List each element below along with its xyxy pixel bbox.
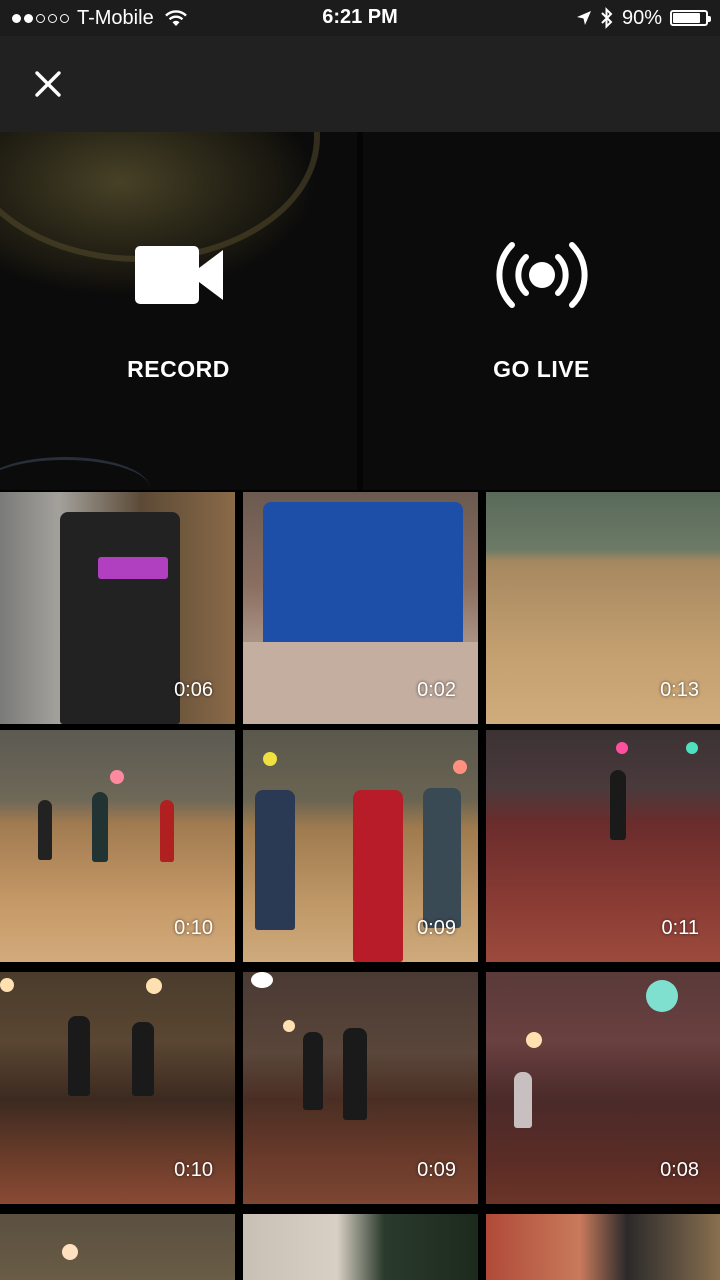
battery-icon [670,10,711,26]
video-duration: 0:02 [417,679,456,701]
status-right: 90% [576,6,711,30]
video-duration: 0:11 [661,917,699,939]
go-live-button[interactable]: GO LIVE [363,132,720,490]
video-thumbnail[interactable]: 0:09 [243,730,478,962]
video-duration: 0:10 [174,1159,213,1181]
battery-percent: 90% [621,6,662,29]
status-bar: T-Mobile 6:21 PM 90% [0,0,720,36]
video-thumbnail[interactable]: 0:08 [486,972,720,1204]
video-thumbnail[interactable]: 0:02 [243,492,478,724]
video-duration: 0:10 [174,917,213,939]
broadcast-icon [495,242,588,308]
video-duration: 0:09 [417,1159,456,1181]
video-thumbnail[interactable] [486,1214,720,1280]
video-thumbnail[interactable]: 0:13 [486,492,720,724]
record-label: RECORD [127,356,230,382]
go-live-label: GO LIVE [493,356,590,382]
video-duration: 0:06 [174,679,213,701]
video-thumbnail[interactable]: 0:10 [0,972,235,1204]
video-gallery: 0:06 0:02 0:13 0:10 0:09 0:11 0:10 0:09 … [0,490,720,1280]
top-bar [0,36,720,132]
video-camera-icon [134,246,223,304]
video-duration: 0:09 [417,917,456,939]
video-thumbnail[interactable]: 0:10 [0,730,235,962]
camera-preview: RECORD GO LIVE [0,132,720,490]
video-duration: 0:13 [660,679,699,701]
video-thumbnail[interactable]: 0:09 [243,972,478,1204]
video-thumbnail[interactable]: 0:06 [0,492,235,724]
close-icon[interactable] [30,66,66,102]
video-thumbnail[interactable]: 0:11 [486,730,720,962]
location-arrow-icon [576,11,591,25]
bluetooth-icon [601,7,613,29]
video-thumbnail[interactable] [243,1214,478,1280]
record-button[interactable]: RECORD [0,132,357,490]
video-thumbnail[interactable] [0,1214,235,1280]
battery-fill [673,13,700,23]
video-duration: 0:08 [660,1159,699,1181]
